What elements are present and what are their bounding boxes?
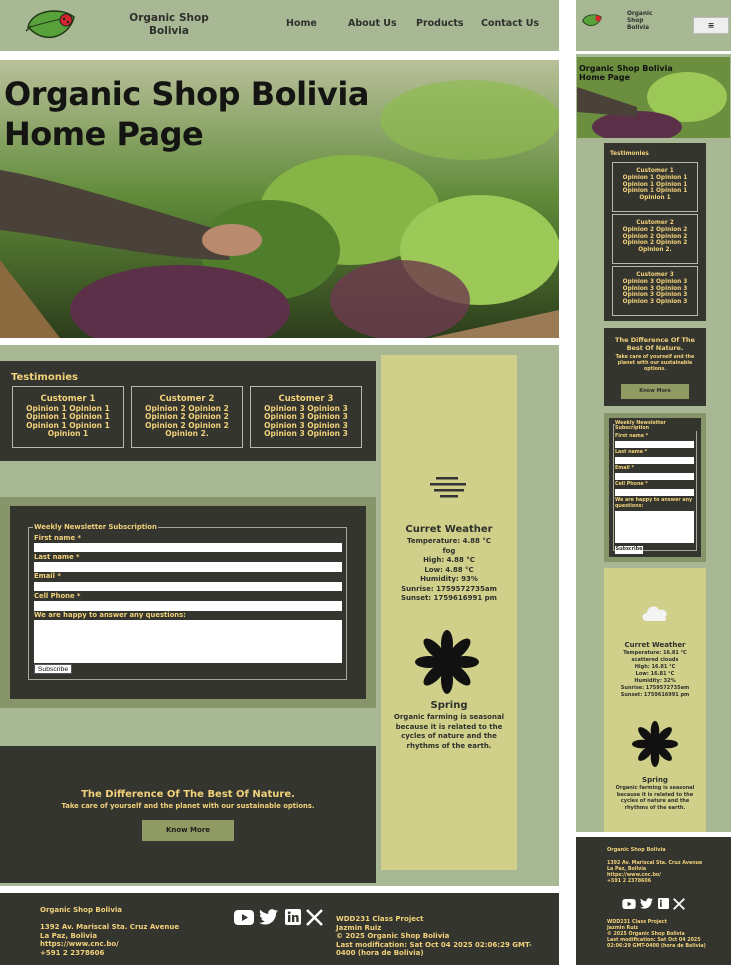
- weather-details: Temperature: 4.88 °C fog High: 4.88 °C Low:…: [401, 537, 497, 602]
- footer-address: 1392 Av. Mariscal Sta. Cruz Avenue La Paz…: [607, 861, 717, 885]
- first-name-field[interactable]: [615, 441, 694, 448]
- x-icon[interactable]: [306, 909, 323, 926]
- mobile-brand: Organic Shop Bolivia: [627, 11, 653, 31]
- last-name-field[interactable]: [615, 457, 694, 464]
- first-name-label: First name *: [34, 534, 82, 542]
- weather-details: Temperature: 16.81 °C scattered clouds Hig…: [620, 650, 690, 698]
- season-title: Spring: [642, 776, 668, 784]
- phone-label: Cell Phone *: [615, 482, 648, 487]
- questions-label: We are happy to answer any questions:: [615, 498, 693, 509]
- testimony-card: Customer 1 Opinion 1 Opinion 1 Opinion 1 …: [12, 386, 124, 448]
- last-name-label: Last name *: [34, 553, 80, 561]
- difference-section: The Difference Of The Best Of Nature. Ta…: [0, 746, 376, 883]
- season-title: Spring: [430, 700, 468, 711]
- email-label: Email *: [615, 466, 634, 471]
- twitter-icon[interactable]: [259, 909, 278, 925]
- site-header: [0, 0, 559, 51]
- site-brand[interactable]: Organic Shop Bolivia: [124, 12, 214, 38]
- footer-project: WDD231 Class Project Jazmin Ruiz © 2025 Or…: [607, 920, 706, 949]
- linkedin-icon[interactable]: [658, 898, 669, 909]
- testimony-card: Customer 2 Opinion 2 Opinion 2 Opinion 2 O…: [612, 214, 698, 264]
- testimonies-title: Testimonies: [610, 151, 649, 157]
- difference-subtitle: Take care of yourself and the planet wit…: [615, 355, 695, 372]
- weather-panel: Curret Weather Temperature: 16.81 °C scat…: [604, 568, 706, 832]
- questions-label: We are happy to answer any questions:: [34, 611, 186, 619]
- footer-brand: Organic Shop Bolivia: [607, 847, 666, 853]
- linkedin-icon[interactable]: [285, 909, 301, 925]
- youtube-icon[interactable]: [234, 910, 254, 925]
- footer-link[interactable]: https://www.cnc.bo/: [40, 940, 179, 949]
- footer-brand: Organic Shop Bolivia: [40, 906, 123, 914]
- testimonies-section: Testimonies Customer 1 Opinion 1 Opinion…: [0, 361, 376, 461]
- testimony-card: Customer 2 Opinion 2 Opinion 2 Opinion 2 …: [131, 386, 243, 448]
- youtube-icon[interactable]: [622, 899, 636, 909]
- twitter-icon[interactable]: [640, 898, 653, 909]
- x-icon[interactable]: [673, 898, 685, 910]
- mobile-hero: Organic Shop Bolivia Home Page: [577, 57, 730, 138]
- menu-button[interactable]: ≡: [693, 17, 729, 34]
- weather-title: Curret Weather: [624, 641, 686, 649]
- footer-address: 1392 Av. Mariscal Sta. Cruz Avenue La Paz…: [40, 923, 180, 957]
- questions-textarea[interactable]: [615, 511, 694, 543]
- hamburger-icon: ≡: [707, 21, 715, 30]
- newsletter-form: Weekly Newsletter Subscription First nam…: [609, 418, 701, 557]
- nav-about[interactable]: About Us: [348, 18, 397, 29]
- testimonies-section: Testimonies Customer 1 Opinion 1 Opinion …: [604, 143, 706, 321]
- testimonies-title: Testimonies: [11, 372, 79, 383]
- subscribe-button[interactable]: Subscribe: [615, 546, 643, 554]
- email-field[interactable]: [615, 473, 694, 480]
- testimony-card: Customer 1 Opinion 1 Opinion 1 Opinion 1 O…: [612, 162, 698, 212]
- difference-title: The Difference Of The Best Of Nature.: [615, 336, 695, 352]
- hero-banner: Organic Shop Bolivia Home Page: [0, 60, 559, 338]
- difference-title: The Difference Of The Best Of Nature.: [81, 789, 295, 800]
- flower-icon: [632, 721, 678, 767]
- nav-products[interactable]: Products: [416, 18, 464, 29]
- cloud-icon: [642, 606, 667, 621]
- season-text: Organic farming is seasonal because it i…: [393, 713, 505, 750]
- know-more-button[interactable]: Know More: [621, 384, 689, 399]
- site-footer: Organic Shop Bolivia 1392 Av. Mariscal S…: [0, 893, 559, 965]
- last-name-field[interactable]: [34, 562, 342, 572]
- flower-icon: [415, 630, 479, 694]
- questions-textarea[interactable]: [34, 620, 342, 663]
- newsletter-section: Weekly Newsletter Subscription First nam…: [604, 413, 706, 562]
- nav-contact[interactable]: Contact Us: [481, 18, 539, 29]
- testimony-card: Customer 3 Opinion 3 Opinion 3 Opinion 3 …: [250, 386, 362, 448]
- phone-field[interactable]: [34, 601, 342, 611]
- mobile-header: Organic Shop Bolivia ≡: [576, 0, 731, 51]
- first-name-label: First name *: [615, 434, 649, 439]
- nav-home[interactable]: Home: [286, 18, 317, 29]
- leaf-ladybug-logo[interactable]: [581, 12, 603, 29]
- difference-subtitle: Take care of yourself and the planet wit…: [61, 802, 315, 810]
- phone-label: Cell Phone *: [34, 592, 81, 600]
- leaf-ladybug-logo[interactable]: [24, 5, 78, 45]
- first-name-field[interactable]: [34, 543, 342, 552]
- weather-title: Curret Weather: [405, 524, 493, 535]
- subscribe-button[interactable]: Subscribe: [34, 664, 72, 674]
- footer-project: WDD231 Class Project Jazmin Ruiz © 2025 Or…: [336, 915, 532, 957]
- mobile-footer: Organic Shop Bolivia 1392 Av. Mariscal S…: [576, 837, 731, 965]
- fog-icon: [430, 477, 466, 498]
- know-more-button[interactable]: Know More: [142, 820, 234, 841]
- newsletter-legend: Weekly Newsletter Subscription: [615, 421, 701, 431]
- email-field[interactable]: [34, 582, 342, 591]
- season-text: Organic farming is seasonal because it i…: [615, 785, 695, 811]
- weather-panel: Curret Weather Temperature: 4.88 °C fog Hi…: [381, 355, 517, 870]
- newsletter-legend: Weekly Newsletter Subscription: [33, 523, 158, 531]
- hero-title: Organic Shop Bolivia Home Page: [579, 64, 673, 82]
- last-name-label: Last name *: [615, 450, 648, 455]
- email-label: Email *: [34, 572, 61, 580]
- testimony-card: Customer 3 Opinion 3 Opinion 3 Opinion 3 O…: [612, 266, 698, 316]
- difference-section: The Difference Of The Best Of Nature. Ta…: [604, 328, 706, 406]
- phone-field[interactable]: [615, 489, 694, 496]
- hero-title: Organic Shop Bolivia Home Page: [4, 75, 369, 153]
